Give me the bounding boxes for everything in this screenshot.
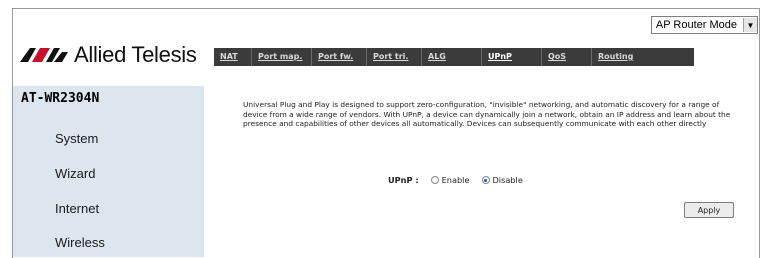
- brand-mark-icon: [20, 48, 68, 62]
- tab-bar: NAT Port map. Port fw. Port tri. ALG UPn…: [214, 48, 694, 66]
- upnp-description: Universal Plug and Play is designed to s…: [243, 100, 731, 128]
- sidebar-item-internet[interactable]: Internet: [55, 201, 99, 216]
- apply-button[interactable]: Apply: [684, 202, 734, 218]
- sidebar: [13, 86, 204, 257]
- tab-nat[interactable]: NAT: [214, 48, 252, 66]
- tab-port-fw[interactable]: Port fw.: [312, 48, 367, 66]
- upnp-disable-radio[interactable]: [481, 176, 490, 184]
- brand-logo: Allied Telesis: [20, 40, 197, 70]
- upnp-enable-label: Enable: [441, 175, 470, 185]
- sidebar-item-wizard[interactable]: Wizard: [55, 166, 95, 181]
- upnp-disable-option[interactable]: Disable: [481, 175, 523, 185]
- tab-upnp[interactable]: UPnP: [482, 48, 542, 66]
- chevron-down-icon[interactable]: ▼: [743, 18, 757, 32]
- upnp-enable-radio[interactable]: [430, 176, 439, 184]
- tab-qos[interactable]: QoS: [542, 48, 592, 66]
- tab-port-map[interactable]: Port map.: [252, 48, 312, 66]
- sidebar-item-wireless[interactable]: Wireless: [55, 235, 105, 250]
- upnp-setting: UPnP : Enable Disable: [388, 175, 535, 185]
- upnp-label: UPnP :: [388, 175, 419, 185]
- model-name: AT-WR2304N: [21, 91, 100, 106]
- brand-name: Allied Telesis: [74, 42, 197, 67]
- tab-alg[interactable]: ALG: [422, 48, 482, 66]
- upnp-enable-option[interactable]: Enable: [430, 175, 470, 185]
- upnp-disable-label: Disable: [492, 175, 523, 185]
- sidebar-item-system[interactable]: System: [55, 131, 98, 146]
- mode-select[interactable]: AP Router Mode ▼: [650, 16, 758, 34]
- mode-select-value: AP Router Mode: [655, 19, 737, 31]
- tab-routing[interactable]: Routing: [592, 48, 652, 66]
- tab-port-tri[interactable]: Port tri.: [367, 48, 422, 66]
